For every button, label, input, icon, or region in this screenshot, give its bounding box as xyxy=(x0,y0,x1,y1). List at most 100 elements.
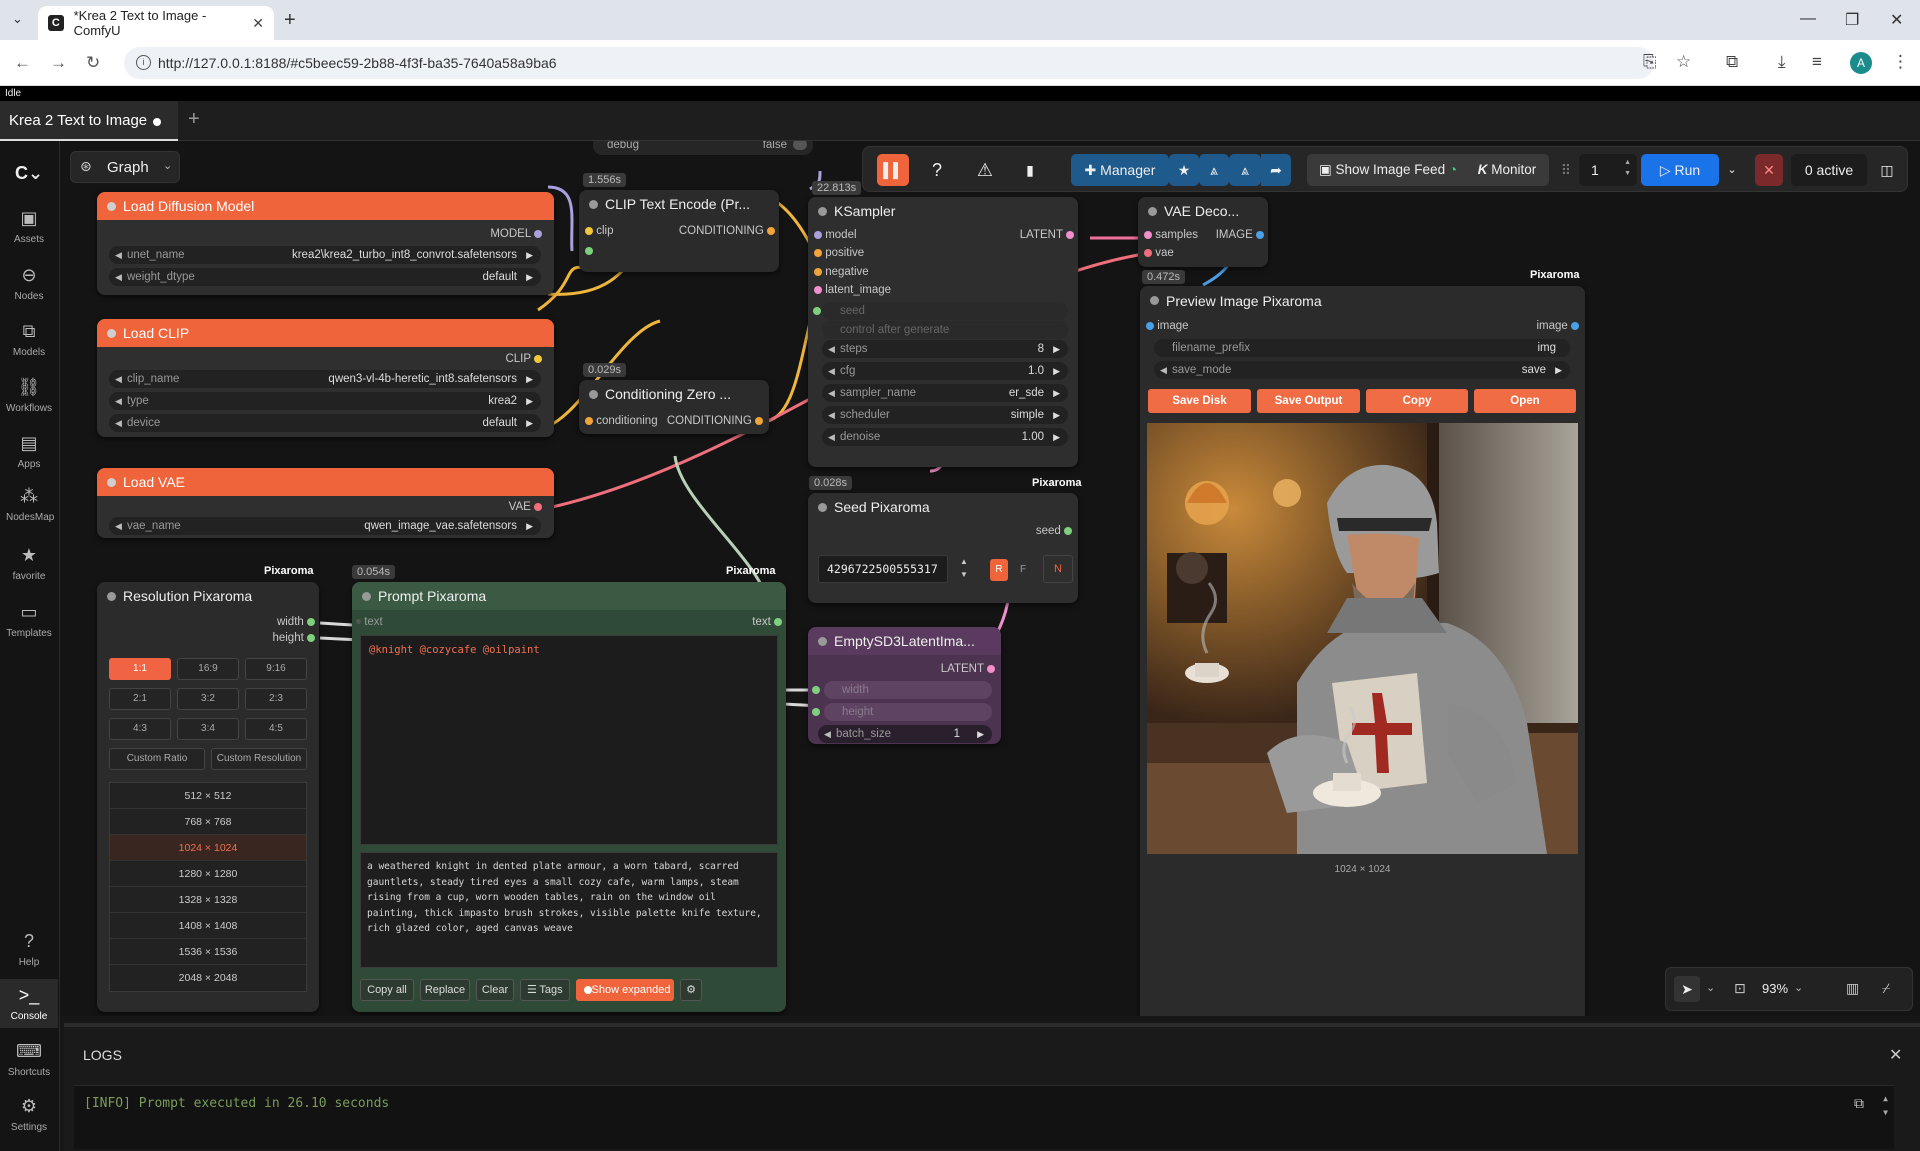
slot-pin[interactable] xyxy=(812,708,820,716)
slot-pin[interactable] xyxy=(534,229,542,238)
arrow-left-icon[interactable]: ◀ xyxy=(115,414,122,432)
browser-tab[interactable]: C *Krea 2 Text to Image - ComfyU ✕ xyxy=(38,6,274,40)
arrow-left-icon[interactable]: ◀ xyxy=(115,370,122,388)
toggle-panel-icon[interactable]: ◫ xyxy=(1873,154,1901,186)
debug-widget[interactable]: debug false xyxy=(593,141,813,155)
output-model[interactable]: MODEL xyxy=(490,226,542,242)
collapse-dot-icon[interactable] xyxy=(589,390,598,399)
widget-vae-name[interactable]: ◀ vae_name qwen_image_vae.safetensors ▶ xyxy=(109,517,541,535)
close-tab-icon[interactable]: ✕ xyxy=(252,15,264,32)
widget-filename-prefix[interactable]: filename_prefix img xyxy=(1154,339,1570,357)
output-text[interactable]: text xyxy=(752,614,782,630)
arrow-right-icon[interactable]: ▶ xyxy=(526,370,533,388)
slot-pin[interactable] xyxy=(307,617,315,626)
arrow-right-icon[interactable]: ▶ xyxy=(526,517,533,535)
custom-ratio-button[interactable]: Custom Ratio xyxy=(109,748,205,770)
arrow-left-icon[interactable]: ◀ xyxy=(828,428,835,446)
custom-resolution-button[interactable]: Custom Resolution xyxy=(211,748,307,770)
replace-button[interactable]: Replace xyxy=(420,979,470,1001)
seed-new-button[interactable]: N xyxy=(1043,555,1073,583)
run-options-icon[interactable]: ⌄ xyxy=(1723,154,1741,186)
slot-pin[interactable] xyxy=(1144,230,1152,239)
collapse-dot-icon[interactable] xyxy=(818,637,827,646)
slot-pin[interactable] xyxy=(534,502,542,511)
comfy-logo-icon[interactable]: C⌄ xyxy=(0,163,58,189)
hide-links-icon[interactable]: ⌿ xyxy=(1882,980,1890,997)
node-resolution-pixaroma[interactable]: Resolution Pixaroma width height 1:1 16:… xyxy=(97,582,319,1012)
collapse-dot-icon[interactable] xyxy=(107,202,116,211)
collapse-dot-icon[interactable] xyxy=(107,478,116,487)
widget-denoise[interactable]: ◀ denoise 1.00 ▶ xyxy=(822,428,1068,446)
node-preview-image[interactable]: Preview Image Pixaroma image image filen… xyxy=(1140,286,1585,1016)
arrow-left-icon[interactable]: ◀ xyxy=(1160,361,1167,379)
slot-pin[interactable] xyxy=(1144,248,1152,257)
slot-pin[interactable] xyxy=(767,226,775,235)
slot-pin[interactable] xyxy=(1571,321,1579,330)
new-tab-icon[interactable]: + xyxy=(284,9,296,32)
reload-icon[interactable]: ↻ xyxy=(86,53,100,73)
bookmark-icon[interactable]: ▮ xyxy=(1013,154,1047,186)
arrow-right-icon[interactable]: ▶ xyxy=(526,268,533,286)
widget-clip-name[interactable]: ◀ clip_name qwen3-vl-4b-heretic_int8.safet… xyxy=(109,370,541,388)
input-samples[interactable]: samples xyxy=(1144,227,1198,243)
sidebar-item-assets[interactable]: ▣ Assets xyxy=(0,208,58,245)
slot-pin[interactable] xyxy=(307,633,315,642)
sidebar-item-nodes[interactable]: ⊖ Nodes xyxy=(0,265,58,302)
minimize-icon[interactable]: — xyxy=(1800,10,1816,28)
input-negative[interactable]: negative xyxy=(814,264,869,280)
sidebar-item-workflows[interactable]: ⛓ Workflows xyxy=(0,377,58,414)
slot-pin[interactable] xyxy=(534,354,542,363)
site-info-icon[interactable]: i xyxy=(136,55,151,70)
prompt-tags-editor[interactable]: @knight @cozycafe @oilpaint xyxy=(360,635,778,845)
node-load-vae[interactable]: Load VAE VAE ◀ vae_name qwen_image_vae.saf… xyxy=(97,468,554,538)
manager-button[interactable]: ✚ Manager xyxy=(1071,154,1169,186)
slot-pin[interactable] xyxy=(814,248,822,257)
slot-pin[interactable] xyxy=(814,230,822,239)
downloads-icon[interactable]: ⤓ xyxy=(1778,52,1786,72)
sidebar-item-console[interactable]: >_ Console xyxy=(0,979,58,1028)
monitor-button[interactable]: K Monitor xyxy=(1469,154,1545,186)
slot-pin[interactable] xyxy=(585,416,593,425)
arrow-left-icon[interactable]: ◀ xyxy=(828,384,835,402)
output-image[interactable]: image xyxy=(1536,318,1579,334)
resolution-option[interactable]: 1280 × 1280 xyxy=(110,861,306,887)
sidebar-item-help[interactable]: ? Help xyxy=(0,931,58,968)
resolution-option[interactable]: 768 × 768 xyxy=(110,809,306,835)
back-icon[interactable]: ← xyxy=(14,53,31,73)
node-load-clip[interactable]: Load CLIP CLIP ◀ clip_name qwen3-vl-4b-her… xyxy=(97,319,554,437)
run-button[interactable]: ▷ Run xyxy=(1641,154,1719,186)
show-expanded-button[interactable]: Show expanded xyxy=(576,979,674,1001)
ratio-4-3-button[interactable]: 4:3 xyxy=(109,718,171,740)
slot-pin[interactable] xyxy=(585,226,593,235)
arrow-left-icon[interactable]: ◀ xyxy=(115,246,122,264)
collapse-dot-icon[interactable] xyxy=(362,592,371,601)
input-vae[interactable]: vae xyxy=(1144,245,1174,261)
chevron-down-icon[interactable]: ⌄ xyxy=(1706,981,1715,994)
chevron-down-icon[interactable]: ⌄ xyxy=(1794,981,1803,994)
output-width[interactable]: width xyxy=(277,614,315,630)
sidebar-item-shortcuts[interactable]: ⌨ Shortcuts xyxy=(0,1041,58,1078)
widget-weight-dtype[interactable]: ◀ weight_dtype default ▶ xyxy=(109,268,541,286)
slot-pin[interactable] xyxy=(1256,230,1264,239)
graph-selector[interactable]: ⊛ Graph ⌄ xyxy=(70,151,180,183)
slot-pin[interactable] xyxy=(812,686,820,694)
output-height[interactable]: height xyxy=(272,630,315,646)
pixaroma-icon[interactable]: ▌▌ xyxy=(877,154,909,186)
share-icon[interactable]: ➦ xyxy=(1261,154,1291,186)
arrow-left-icon[interactable]: ◀ xyxy=(115,517,122,535)
output-latent[interactable]: LATENT xyxy=(941,661,995,677)
arrow-right-icon[interactable]: ▶ xyxy=(1053,384,1060,402)
minimap-icon[interactable]: ▥ xyxy=(1846,980,1859,997)
save-output-button[interactable]: Save Output xyxy=(1257,389,1360,413)
arrow-right-icon[interactable]: ▶ xyxy=(1555,361,1562,379)
arrow-right-icon[interactable]: ▶ xyxy=(1053,406,1060,424)
collapse-dot-icon[interactable] xyxy=(818,207,827,216)
sidebar-item-templates[interactable]: ▭ Templates xyxy=(0,602,58,639)
slot-pin[interactable] xyxy=(585,247,593,255)
restore-icon[interactable]: ❐ xyxy=(1845,10,1859,30)
model-alt-icon[interactable]: ⩓ xyxy=(1229,154,1261,186)
slot-pin[interactable] xyxy=(987,664,995,673)
collapse-dot-icon[interactable] xyxy=(589,200,598,209)
node-seed-pixaroma[interactable]: Seed Pixaroma seed 4296722500555317 ▲ ▼ R… xyxy=(808,493,1078,603)
widget-sampler-name[interactable]: ◀ sampler_name er_sde ▶ xyxy=(822,384,1068,402)
